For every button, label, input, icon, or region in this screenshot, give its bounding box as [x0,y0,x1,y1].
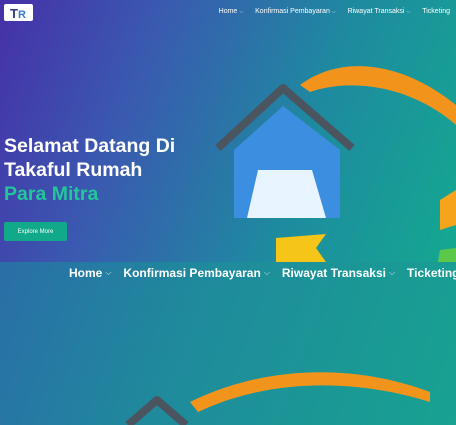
orange-swoosh-secondary [190,372,430,412]
topnav-ticketing-label: Ticketing [422,8,450,15]
tr-logo-icon: T R [10,6,26,20]
chevron-down-icon: ⌵ [406,8,411,15]
nav-ticketing[interactable]: Ticketing ⌵ [407,266,456,280]
main-navigation: Home ⌵ Konfirmasi Pembayaran ⌵ Riwayat T… [69,266,456,280]
orange-swoosh-tail [440,190,456,230]
nav-ticketing-label: Ticketing [407,266,456,280]
logo[interactable]: T R [4,4,33,21]
svg-text:R: R [18,9,26,20]
topnav-konfirmasi-pembayaran[interactable]: Konfirmasi Pembayaran ⌵ [255,8,336,15]
topnav-riwayat-label: Riwayat Transaksi [347,8,405,15]
green-shape [438,248,456,262]
topnav-konfirmasi-label: Konfirmasi Pembayaran [255,8,330,15]
house-illustration-secondary [125,372,430,425]
headline-line-1: Selamat Datang Di [4,135,176,157]
topnav-riwayat-transaksi[interactable]: Riwayat Transaksi ⌵ [348,8,411,15]
house-roof-secondary [125,396,189,425]
hero-headline: Selamat Datang Di Takaful Rumah Para Mit… [4,134,234,206]
topnav-home[interactable]: Home ⌵ [219,8,243,15]
topnav-home-label: Home [218,8,238,15]
nav-konfirmasi-label: Konfirmasi Pembayaran [123,266,261,280]
headline-line-3: Para Mitra [4,183,99,205]
chevron-down-icon: ⌵ [105,268,112,277]
chevron-down-icon: ⌵ [331,8,336,15]
hero-banner-secondary [0,262,456,425]
hero-banner: T R Home ⌵ Konfirmasi Pembayaran ⌵ Riway… [0,0,456,262]
nav-home[interactable]: Home ⌵ [69,266,111,280]
topnav-ticketing[interactable]: Ticketing [422,8,450,15]
yellow-flag [276,234,326,262]
house-illustration [215,66,456,262]
chevron-down-icon: ⌵ [239,8,244,15]
nav-riwayat-transaksi[interactable]: Riwayat Transaksi ⌵ [282,266,395,280]
orange-swoosh [300,66,456,125]
explore-more-button[interactable]: Explore More [4,222,67,241]
headline-line-2: Takaful Rumah [4,159,143,181]
nav-home-label: Home [69,266,103,280]
svg-text:T: T [10,6,18,20]
chevron-down-icon: ⌵ [263,268,270,277]
nav-konfirmasi-pembayaran[interactable]: Konfirmasi Pembayaran ⌵ [123,266,269,280]
chevron-down-icon: ⌵ [388,268,396,277]
top-navigation: Home ⌵ Konfirmasi Pembayaran ⌵ Riwayat T… [219,8,450,15]
nav-riwayat-label: Riwayat Transaksi [281,266,386,280]
